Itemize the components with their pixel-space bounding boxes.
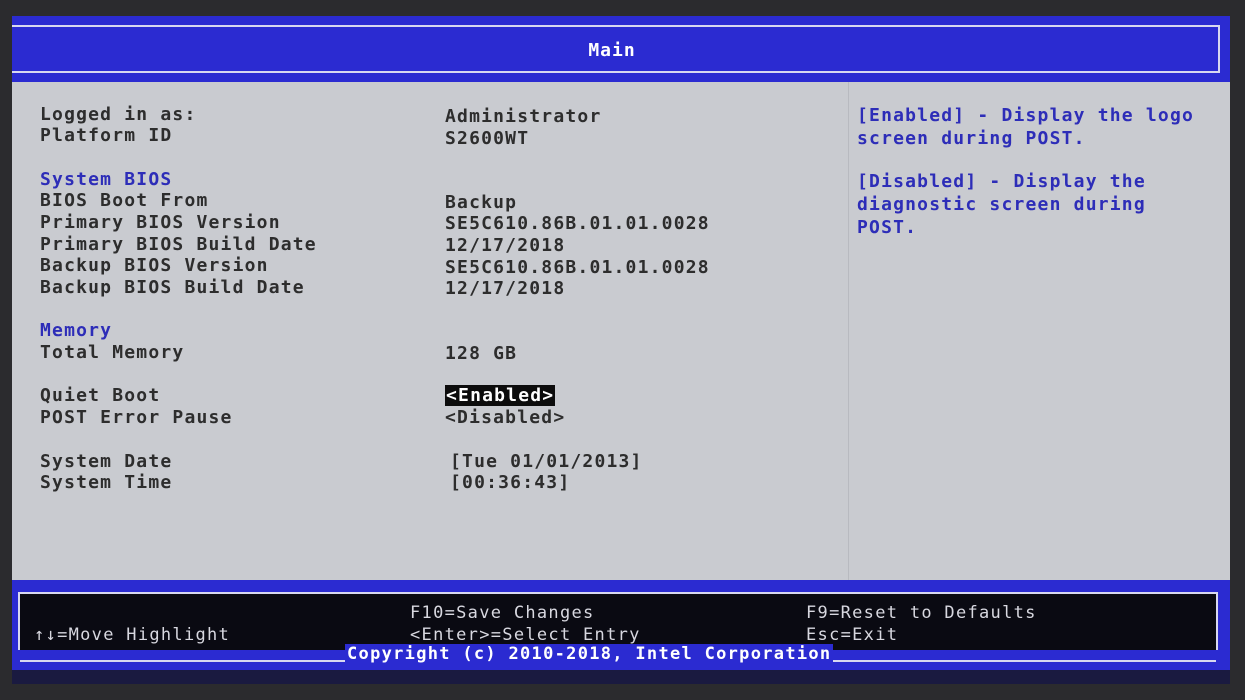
backup-bios-version-value: SE5C610.86B.01.01.0028 [445, 257, 710, 278]
help-enabled-text: [Enabled] - Display the logo screen duri… [857, 105, 1207, 149]
total-memory-label: Total Memory [40, 342, 185, 363]
page-title[interactable]: Main [12, 40, 1212, 61]
reset-defaults-hint: F9=Reset to Defaults [806, 603, 1037, 623]
primary-bios-version-value: SE5C610.86B.01.01.0028 [445, 213, 710, 234]
footer-bottom-edge [12, 670, 1230, 684]
help-divider [848, 82, 849, 580]
save-changes-hint: F10=Save Changes [410, 603, 595, 623]
title-bar: Main [12, 16, 1230, 82]
backup-bios-build-date-label: Backup BIOS Build Date [40, 277, 305, 298]
system-bios-header: System BIOS [40, 169, 173, 190]
total-memory-value: 128 GB [445, 343, 518, 364]
copyright-text: Copyright (c) 2010-2018, Intel Corporati… [345, 644, 834, 664]
key-help-box: ↑↓=Move Highlight F10=Save Changes <Ente… [18, 592, 1218, 650]
backup-bios-version-label: Backup BIOS Version [40, 255, 269, 276]
backup-bios-build-date-value: 12/17/2018 [445, 278, 566, 299]
system-date-label: System Date [40, 451, 173, 472]
main-panel: Logged in as: Administrator Platform ID … [12, 82, 1230, 580]
memory-header: Memory [40, 320, 113, 341]
platform-id-label: Platform ID [40, 125, 173, 146]
post-error-pause-label: POST Error Pause [40, 407, 233, 428]
quiet-boot-label: Quiet Boot [40, 385, 161, 406]
quiet-boot-option[interactable]: <Enabled> [445, 385, 556, 406]
footer: ↑↓=Move Highlight F10=Save Changes <Ente… [12, 580, 1230, 684]
move-highlight-hint: ↑↓=Move Highlight [34, 625, 231, 645]
bios-boot-from-label: BIOS Boot From [40, 190, 209, 211]
primary-bios-build-date-value: 12/17/2018 [445, 235, 566, 256]
help-disabled-text: [Disabled] - Display the diagnostic scre… [857, 171, 1158, 238]
system-time-label: System Time [40, 472, 173, 493]
quiet-boot-selected-value[interactable]: <Enabled> [445, 385, 556, 406]
logged-in-value: Administrator [445, 106, 602, 127]
bios-boot-from-value: Backup [445, 192, 518, 213]
post-error-pause-option[interactable]: <Disabled> [445, 407, 565, 428]
logged-in-label: Logged in as: [40, 104, 197, 125]
bios-screen: Main Logged in as: Administrator Platfor… [12, 16, 1230, 684]
primary-bios-version-label: Primary BIOS Version [40, 212, 281, 233]
system-date-field[interactable]: [Tue 01/01/2013] [450, 451, 643, 472]
platform-id-value: S2600WT [445, 128, 530, 149]
primary-bios-build-date-label: Primary BIOS Build Date [40, 234, 317, 255]
system-time-field[interactable]: [00:36:43] [450, 472, 570, 493]
exit-hint: Esc=Exit [806, 625, 899, 645]
select-entry-hint: <Enter>=Select Entry [410, 625, 641, 645]
